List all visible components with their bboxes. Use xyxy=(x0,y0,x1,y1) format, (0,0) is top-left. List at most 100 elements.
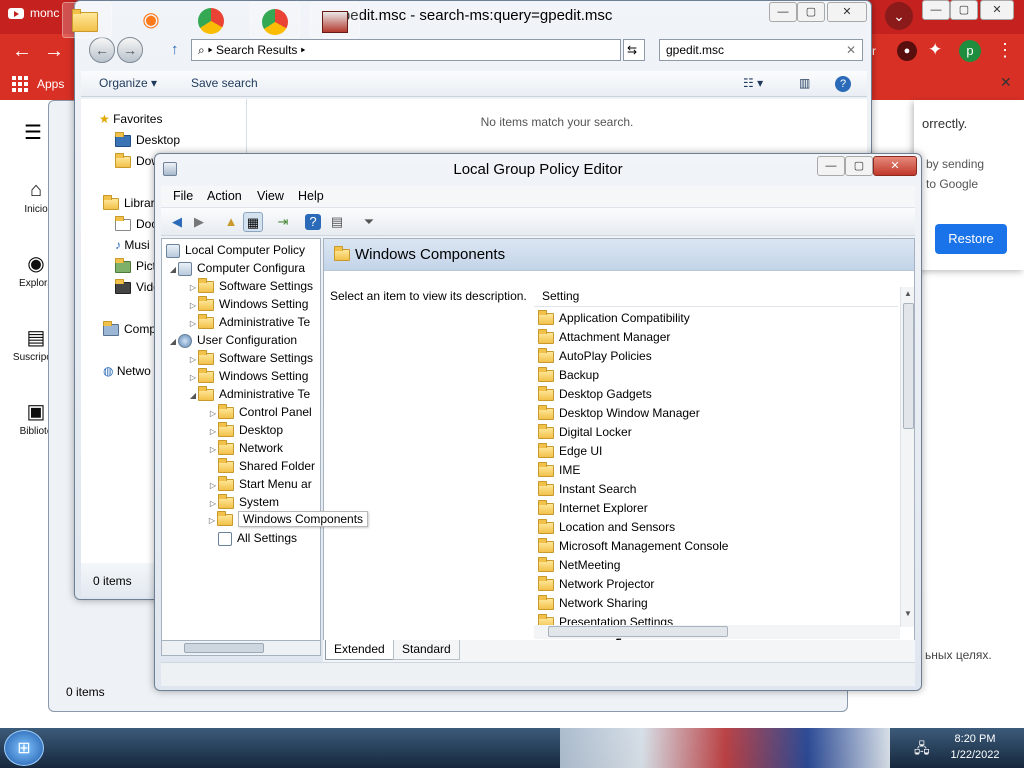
minimize-button[interactable]: — xyxy=(922,0,950,20)
clear-search-icon[interactable]: ✕ xyxy=(846,40,856,60)
list-item[interactable]: Backup xyxy=(538,366,599,385)
refresh-button[interactable]: ⇆ xyxy=(623,39,645,61)
list-item[interactable]: AutoPlay Policies xyxy=(538,347,652,366)
tree-horizontal-scrollbar[interactable] xyxy=(161,640,321,656)
list-item[interactable]: Application Compatibility xyxy=(538,309,690,328)
menu-file[interactable]: File xyxy=(173,189,193,203)
scroll-down-icon[interactable]: ▼ xyxy=(904,609,912,618)
back-button[interactable]: ← xyxy=(89,37,115,63)
tree-uc-windows-settings[interactable]: ▷ Windows Setting xyxy=(188,367,308,385)
close-button[interactable]: ✕ xyxy=(980,0,1014,20)
organize-button[interactable]: Organize ▾ xyxy=(99,76,157,90)
column-header-setting[interactable]: Setting xyxy=(534,287,898,307)
explorer-minimize-button[interactable]: — xyxy=(769,2,797,22)
back-arrow-icon[interactable]: ← xyxy=(12,40,32,63)
avatar[interactable]: p xyxy=(959,40,981,62)
nav-libraries[interactable]: Librar xyxy=(103,193,155,213)
view-options-icon[interactable]: ☷ ▾ xyxy=(743,76,763,90)
export-list-icon[interactable]: ⇥ xyxy=(273,212,293,232)
explorer-maximize-button[interactable]: ▢ xyxy=(797,2,825,22)
gpedit-minimize-button[interactable]: — xyxy=(817,156,845,176)
chevron-down-icon[interactable]: ⌄ xyxy=(885,2,913,30)
gpedit-maximize-button[interactable]: ▢ xyxy=(845,156,873,176)
preview-pane-icon[interactable]: ▥ xyxy=(799,76,810,90)
list-item[interactable]: Network Sharing xyxy=(538,594,648,613)
restore-button[interactable]: Restore xyxy=(935,224,1007,254)
tree-shared-folders[interactable]: Shared Folder xyxy=(218,457,315,475)
tree-network[interactable]: ▷ Network xyxy=(208,439,283,457)
dialog-close-icon[interactable]: ✕ xyxy=(1000,74,1012,91)
tree-local-computer-policy[interactable]: Local Computer Policy xyxy=(166,241,305,259)
filter-icon[interactable]: ⏷ xyxy=(359,212,379,232)
taskbar-clock[interactable]: 8:20 PM 1/22/2022 xyxy=(935,731,1015,763)
properties-icon[interactable]: ▤ xyxy=(327,212,347,232)
forward-button[interactable]: → xyxy=(117,37,143,63)
list-item[interactable]: Presentation Settings xyxy=(538,613,673,625)
apps-bookmark[interactable]: Apps xyxy=(37,77,64,91)
start-button[interactable]: ⊞ xyxy=(4,730,44,766)
taskbar-gpedit[interactable] xyxy=(310,2,360,38)
forward-arrow-icon[interactable]: ▶ xyxy=(189,212,209,232)
list-item[interactable]: NetMeeting xyxy=(538,556,620,575)
list-item[interactable]: Attachment Manager xyxy=(538,328,670,347)
taskbar-firefox[interactable]: ◉ xyxy=(126,2,176,38)
nav-network[interactable]: ◍ Netwo xyxy=(103,361,151,381)
list-item[interactable]: Network Projector xyxy=(538,575,654,594)
gpedit-close-button[interactable]: ✕ xyxy=(873,156,917,176)
taskbar-chrome-profile[interactable] xyxy=(250,2,300,38)
list-item[interactable]: Internet Explorer xyxy=(538,499,648,518)
address-bar[interactable]: ⌕ ▸ Search Results ▸ xyxy=(191,39,621,61)
taskbar-chrome[interactable] xyxy=(186,2,236,38)
tree-control-panel[interactable]: ▷ Control Panel xyxy=(208,403,312,421)
menu-action[interactable]: Action xyxy=(207,189,242,203)
menu-view[interactable]: View xyxy=(257,189,284,203)
tree-cc-software-settings[interactable]: ▷ Software Settings xyxy=(188,277,313,295)
help-icon[interactable]: ? xyxy=(305,214,321,230)
scroll-up-icon[interactable]: ▲ xyxy=(904,289,912,298)
list-item[interactable]: Location and Sensors xyxy=(538,518,675,537)
up-arrow-icon[interactable]: ↑ xyxy=(171,41,179,58)
tree-uc-administrative-templates[interactable]: ◢ Administrative Te xyxy=(188,385,310,403)
taskbar-explorer[interactable] xyxy=(62,2,112,38)
tree-windows-components[interactable]: ▷ Windows Components xyxy=(207,510,369,528)
network-tray-icon[interactable]: 🖧 xyxy=(914,738,930,762)
scroll-thumb[interactable] xyxy=(548,626,728,637)
scroll-thumb[interactable] xyxy=(903,303,914,429)
tree-user-configuration[interactable]: ◢ User Configuration xyxy=(168,331,297,349)
list-item[interactable]: Microsoft Management Console xyxy=(538,537,728,556)
list-horizontal-scrollbar[interactable] xyxy=(534,625,900,639)
forward-arrow-icon[interactable]: → xyxy=(44,40,64,63)
tree-cc-administrative-templates[interactable]: ▷ Administrative Te xyxy=(188,313,310,331)
tree-system[interactable]: ▷ System xyxy=(208,493,279,511)
save-search-button[interactable]: Save search xyxy=(191,76,258,90)
tree-start-menu[interactable]: ▷ Start Menu ar xyxy=(208,475,312,493)
list-item[interactable]: IME xyxy=(538,461,580,480)
show-hide-tree-icon[interactable]: ▦ xyxy=(243,212,263,232)
tree-desktop[interactable]: ▷ Desktop xyxy=(208,421,283,439)
list-vertical-scrollbar[interactable]: ▲ ▼ xyxy=(900,287,914,627)
extension-red-icon[interactable]: ● xyxy=(897,41,917,61)
extension-icon[interactable]: r xyxy=(872,44,876,58)
nav-music[interactable]: ♪ Musi xyxy=(115,235,150,255)
tree-computer-configuration[interactable]: ◢ Computer Configura xyxy=(168,259,305,277)
search-input[interactable]: gpedit.msc ✕ xyxy=(659,39,863,61)
up-folder-icon[interactable]: ▲ xyxy=(221,212,241,232)
nav-desktop[interactable]: Desktop xyxy=(115,130,180,150)
tree-uc-software-settings[interactable]: ▷ Software Settings xyxy=(188,349,313,367)
nav-computer[interactable]: Comp xyxy=(103,319,156,339)
scroll-thumb[interactable] xyxy=(184,643,264,653)
tree-cc-windows-settings[interactable]: ▷ Windows Setting xyxy=(188,295,308,313)
tab-extended[interactable]: Extended xyxy=(325,640,394,660)
back-arrow-icon[interactable]: ◀ xyxy=(167,212,187,232)
nav-favorites[interactable]: ★ Favorites xyxy=(99,109,162,129)
more-menu-icon[interactable]: ⋮ xyxy=(996,40,1014,61)
hamburger-menu-icon[interactable]: ☰ xyxy=(24,120,42,145)
explorer-close-button[interactable]: ✕ xyxy=(827,2,867,22)
list-item[interactable]: Edge UI xyxy=(538,442,602,461)
list-item[interactable]: Desktop Gadgets xyxy=(538,385,652,404)
puzzle-icon[interactable]: ✦ xyxy=(928,40,942,60)
tree-all-settings[interactable]: All Settings xyxy=(218,529,297,547)
list-item[interactable]: Digital Locker xyxy=(538,423,632,442)
menu-help[interactable]: Help xyxy=(298,189,324,203)
maximize-button[interactable]: ▢ xyxy=(950,0,978,20)
